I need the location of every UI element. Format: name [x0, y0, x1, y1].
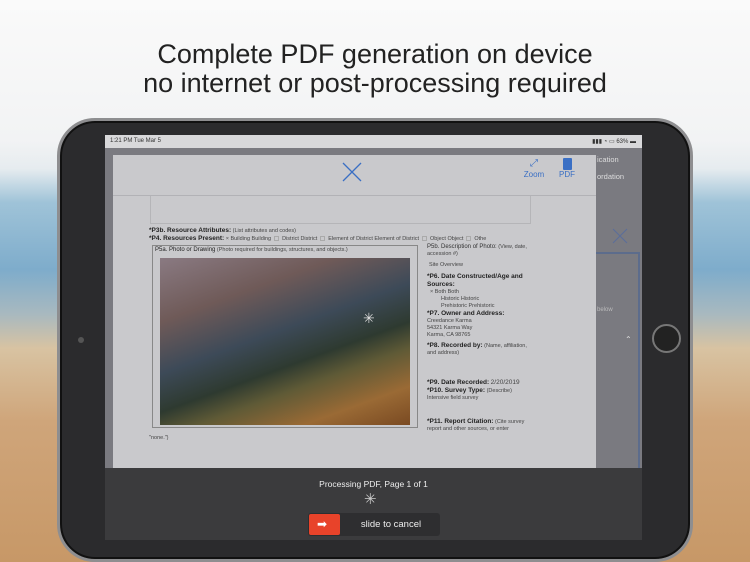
- pdf-preview-sheet: ⤢ Zoom PDF *P3b. Resource Attributes: (L…: [113, 155, 596, 468]
- slide-label: slide to cancel: [360, 519, 422, 530]
- close-icon[interactable]: [341, 161, 363, 183]
- arrow-right-icon: ➡: [317, 517, 328, 531]
- slide-to-cancel[interactable]: ➡ slide to cancel: [308, 513, 440, 536]
- headline-line-2: no internet or post-processing required: [143, 68, 607, 98]
- form-p5a: P5a. Photo or Drawing (Photo required fo…: [155, 247, 348, 253]
- camera: [78, 337, 84, 343]
- slide-handle[interactable]: ➡: [309, 514, 340, 535]
- home-button[interactable]: [652, 324, 681, 353]
- site-photo: ✳: [160, 258, 410, 425]
- bg-item-2: ordation: [597, 172, 625, 181]
- text-box: [150, 196, 531, 224]
- battery-indicator: ▮▮▮ ◔ ▭ 63% ▬: [592, 139, 636, 145]
- bg-item-1: ication: [597, 155, 619, 164]
- screen: 1:21 PM Tue Mar 5 ▮▮▮ ◔ ▭ 63% ▬ ication …: [105, 135, 642, 540]
- form-right-column: P5b. Description of Photo: (View, date, …: [427, 244, 527, 432]
- form-p4: *P4. Resources Present: × Building Build…: [149, 235, 487, 242]
- status-time: 1:21 PM Tue Mar 5: [110, 138, 162, 144]
- zoom-icon: ⤢: [530, 158, 538, 169]
- zoom-button[interactable]: ⤢ Zoom: [523, 158, 545, 179]
- form-p3b: *P3b. Resource Attributes: (List attribu…: [149, 227, 296, 234]
- bg-close-icon: [612, 228, 628, 244]
- scroll-up-icon[interactable]: ⌃: [625, 335, 632, 344]
- bg-panel: [596, 252, 640, 472]
- form-p11-tail: "none."): [149, 435, 169, 441]
- processing-spinner-icon: ✳: [364, 491, 377, 508]
- pdf-file-icon: [562, 158, 572, 170]
- sheet-header: ⤢ Zoom PDF: [113, 155, 596, 196]
- bg-hint: below: [597, 307, 613, 313]
- loading-spinner-icon: ✳: [363, 310, 375, 326]
- pdf-button[interactable]: PDF: [556, 158, 578, 179]
- headline-line-1: Complete PDF generation on device: [157, 39, 593, 69]
- processing-status: Processing PDF, Page 1 of 1: [319, 479, 428, 489]
- status-bar: 1:21 PM Tue Mar 5 ▮▮▮ ◔ ▭ 63% ▬: [105, 135, 642, 148]
